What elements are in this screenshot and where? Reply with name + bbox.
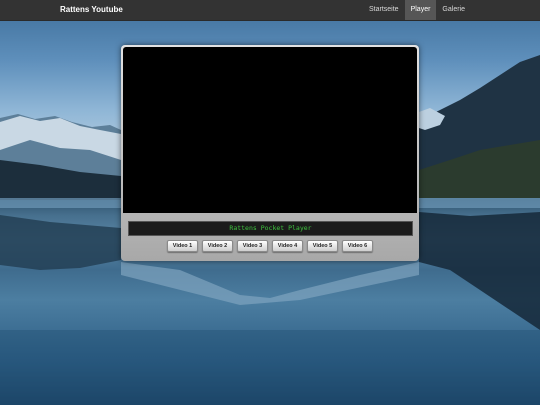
top-navbar: Rattens Youtube Startseite Player Galeri… [0, 0, 540, 21]
video-screen[interactable] [123, 47, 417, 213]
brand-link[interactable]: Rattens Youtube [60, 0, 123, 20]
video-2-button[interactable]: Video 2 [202, 240, 233, 252]
reflection-left [0, 215, 121, 270]
nav-item-player[interactable]: Player [404, 0, 437, 20]
reflection-center [121, 262, 419, 305]
pocket-player: Rattens Pocket Player Video 1 Video 2 Vi… [121, 45, 419, 261]
video-4-button[interactable]: Video 4 [272, 240, 303, 252]
reflection-right [419, 212, 540, 330]
video-5-button[interactable]: Video 5 [307, 240, 338, 252]
video-3-button[interactable]: Video 3 [237, 240, 268, 252]
video-6-button[interactable]: Video 6 [342, 240, 373, 252]
water-deep [0, 330, 540, 405]
video-buttons: Video 1 Video 2 Video 3 Video 4 Video 5 … [121, 240, 419, 252]
nav-item-galerie[interactable]: Galerie [436, 0, 471, 20]
video-1-button[interactable]: Video 1 [167, 240, 198, 252]
page: Rattens Youtube Startseite Player Galeri… [0, 0, 540, 405]
nav-item-startseite[interactable]: Startseite [363, 0, 405, 20]
nav-menu: Startseite Player Galerie [363, 0, 471, 20]
player-display: Rattens Pocket Player [128, 221, 413, 236]
